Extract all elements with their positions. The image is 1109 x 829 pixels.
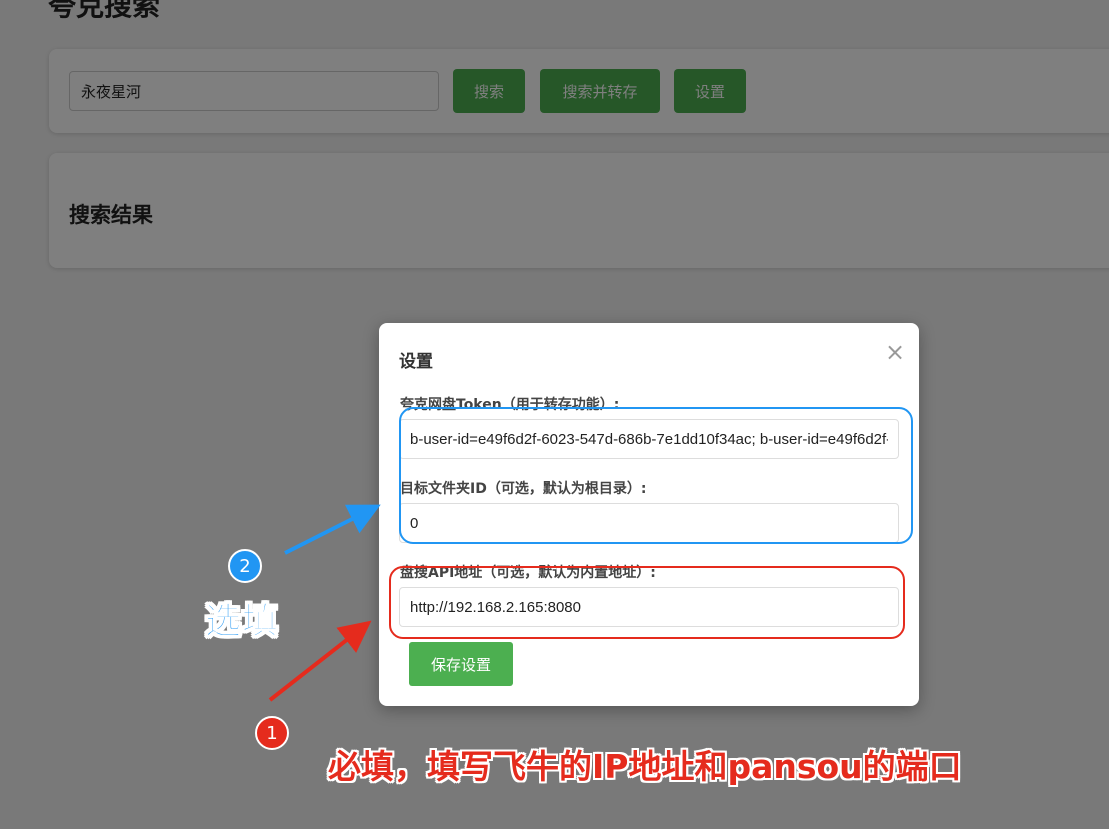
annotation-arrows bbox=[268, 504, 381, 702]
optional-note: 选填 bbox=[204, 601, 280, 643]
badge-1: 1 bbox=[255, 716, 289, 750]
badge-2: 2 bbox=[228, 549, 262, 583]
required-note: 必填，填写飞牛的IP地址和pansou的端口 bbox=[328, 747, 962, 786]
red-arrow bbox=[268, 620, 372, 702]
blue-arrow bbox=[284, 504, 381, 555]
